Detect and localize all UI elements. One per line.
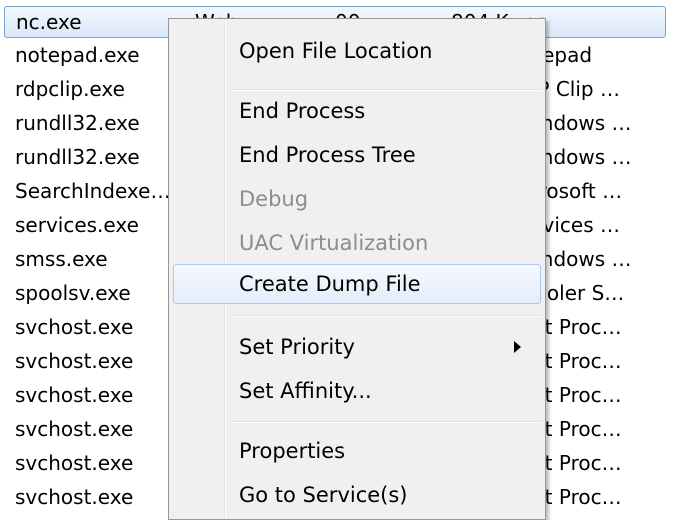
menu-separator (231, 315, 541, 317)
process-name-cell: svchost.exe (15, 452, 134, 474)
process-name-cell: rdpclip.exe (15, 78, 125, 100)
process-name-cell: svchost.exe (15, 350, 134, 372)
menu-item-label: Debug (239, 187, 309, 211)
menu-item-label: Go to Service(s) (239, 483, 408, 507)
menu-item-end-process-tree[interactable]: End Process Tree (173, 135, 541, 175)
menu-item-label: Open File Location (239, 39, 433, 63)
menu-item-open-file-location[interactable]: Open File Location (173, 31, 541, 71)
menu-item-go-to-services[interactable]: Go to Service(s) (173, 475, 541, 515)
process-name-cell: svchost.exe (15, 316, 134, 338)
menu-item-properties[interactable]: Properties (173, 431, 541, 471)
menu-item-label: Properties (239, 439, 346, 463)
process-name-cell: services.exe (15, 214, 139, 236)
process-name-cell: SearchIndexe… (15, 180, 171, 202)
menu-item-label: UAC Virtualization (239, 231, 429, 255)
submenu-arrow-icon (514, 341, 521, 353)
menu-item-label: Set Affinity... (239, 379, 372, 403)
menu-item-uac-virtualization: UAC Virtualization (173, 223, 541, 263)
menu-separator (231, 421, 541, 423)
menu-item-end-process[interactable]: End Process (173, 91, 541, 131)
menu-item-label: Create Dump File (239, 272, 421, 296)
menu-item-label: End Process Tree (239, 143, 416, 167)
menu-item-create-dump-file[interactable]: Create Dump File (173, 264, 541, 304)
process-name-cell: nc.exe (16, 11, 82, 33)
process-name-cell: svchost.exe (15, 486, 134, 508)
process-context-menu: Open File Location End Process End Proce… (168, 18, 546, 520)
process-name-cell: svchost.exe (15, 384, 134, 406)
process-name-cell: smss.exe (15, 248, 108, 270)
process-name-cell: notepad.exe (15, 44, 140, 66)
menu-item-label: Set Priority (239, 335, 355, 359)
menu-item-debug: Debug (173, 179, 541, 219)
process-name-cell: svchost.exe (15, 418, 134, 440)
task-manager-processes-view: nc.exeWah00804 Kncnotepad.exeotepadrdpcl… (0, 0, 686, 520)
process-name-cell: spoolsv.exe (15, 282, 131, 304)
process-name-cell: rundll32.exe (15, 112, 140, 134)
process-name-cell: rundll32.exe (15, 146, 140, 168)
menu-item-set-priority[interactable]: Set Priority (173, 327, 541, 367)
menu-item-label: End Process (239, 99, 366, 123)
menu-item-set-affinity[interactable]: Set Affinity... (173, 371, 541, 411)
